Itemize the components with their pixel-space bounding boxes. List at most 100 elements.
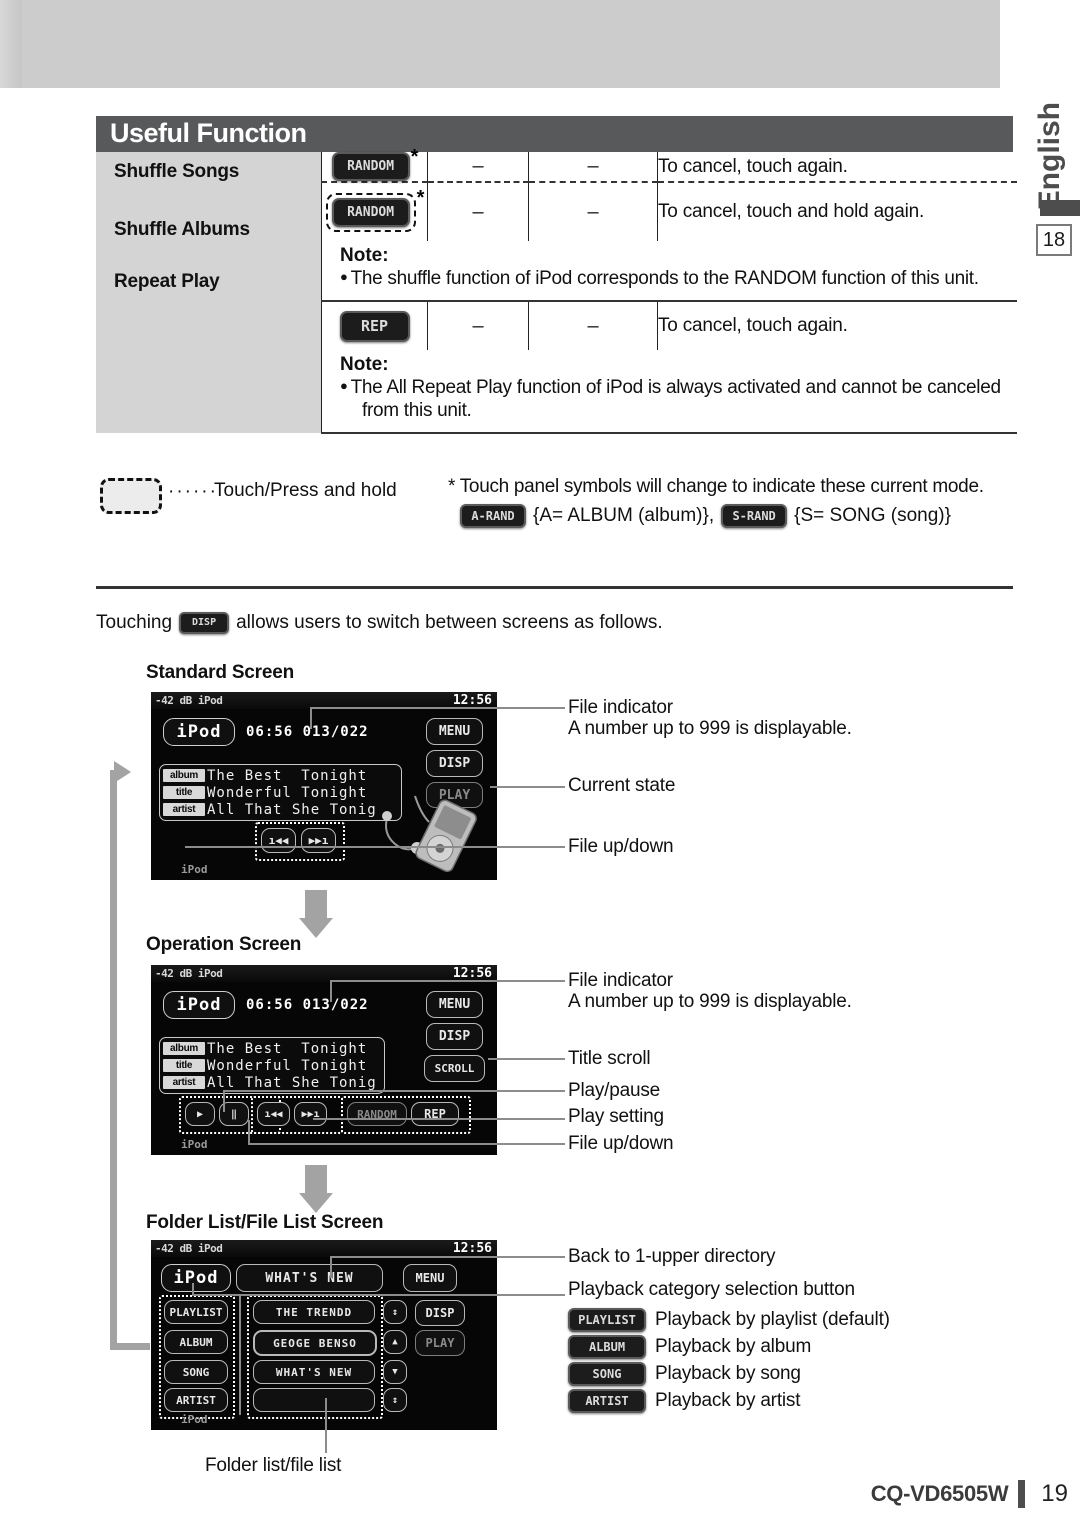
annotation-file-indicator: File indicator — [568, 697, 673, 718]
annotation-play-setting: Play setting — [568, 1106, 664, 1127]
row-label: Shuffle Songs — [114, 160, 240, 182]
category-album-button[interactable]: ALBUM — [164, 1330, 228, 1354]
row-label: Shuffle Albums — [114, 218, 250, 240]
section-divider — [96, 586, 1013, 589]
artist-button[interactable]: ARTIST — [568, 1388, 646, 1413]
play-button[interactable]: ▶ — [185, 1102, 215, 1126]
flow-loop-arrowhead — [114, 761, 131, 783]
folder-screen-title: Folder List/File List Screen — [146, 1212, 384, 1233]
footer-page-number: 19 — [1041, 1480, 1068, 1507]
time-and-file-indicator: 06:56 013/022 — [246, 724, 369, 740]
a-rand-text: {A= ALBUM (album)}, — [533, 505, 715, 526]
description-cell: To cancel, touch again. — [657, 300, 1017, 350]
operation-screen-title: Operation Screen — [146, 934, 302, 955]
category-playlist-button[interactable]: PLAYLIST — [164, 1300, 228, 1324]
callout-line — [313, 1118, 565, 1120]
source-pill-ipod[interactable]: iPod — [163, 718, 235, 746]
file-item-button[interactable]: THE TRENDD — [253, 1300, 375, 1324]
lcd-volume-source-status: -42 dB iPod — [155, 967, 223, 980]
lcd-bottom-label: iPod — [181, 1413, 208, 1426]
s-rand-button[interactable]: S-RAND — [721, 504, 788, 528]
disp-button[interactable]: DISP — [426, 750, 483, 777]
playlist-label: Playback by playlist (default) — [655, 1308, 890, 1330]
prev-track-button[interactable]: ı◀◀ — [261, 828, 296, 853]
list-item: ALBUM Playback by album — [568, 1333, 890, 1360]
album-button[interactable]: ALBUM — [568, 1334, 646, 1359]
file-item-button[interactable] — [253, 1388, 375, 1412]
section-heading-bar: Useful Function — [96, 116, 1013, 152]
operation-screen-lcd: -42 dB iPod 12:56 iPod 06:56 013/022 MEN… — [151, 965, 497, 1155]
random-button[interactable]: RANDOM — [331, 197, 410, 227]
annotation-file-updown: File up/down — [568, 836, 674, 857]
column-divider — [239, 1295, 241, 1415]
random-button[interactable]: RANDOM — [331, 152, 410, 181]
scroll-down-button[interactable]: ▼ — [383, 1360, 407, 1384]
time-and-file-indicator: 06:56 013/022 — [246, 997, 369, 1013]
footer-model: CQ-VD6505W — [870, 1481, 1009, 1506]
callout-line — [330, 1256, 332, 1278]
annotation-file-indicator-detail: A number up to 999 is displayable. — [568, 991, 852, 1012]
artist-value: All That She Tonig — [207, 801, 377, 818]
lcd-bottom-label: iPod — [181, 1138, 208, 1151]
song-label: Playback by song — [655, 1362, 801, 1384]
source-pill-ipod[interactable]: iPod — [163, 991, 235, 1019]
callout-line — [330, 980, 332, 1002]
play-state-button[interactable]: PLAY — [415, 1330, 465, 1356]
prev-track-button[interactable]: ı◀◀ — [257, 1102, 290, 1126]
note-heading: Note: — [340, 245, 389, 266]
rep-button[interactable]: REP — [411, 1102, 459, 1126]
category-legend-list: PLAYLIST Playback by playlist (default) … — [568, 1306, 890, 1414]
touch-hold-key-icon — [100, 478, 162, 514]
callout-line — [248, 1120, 250, 1144]
section-heading-label: Useful Function — [110, 118, 307, 148]
menu-button[interactable]: MENU — [426, 991, 483, 1018]
disp-button[interactable]: DISP — [426, 1023, 483, 1050]
album-label: Playback by album — [655, 1335, 812, 1357]
file-item-button-selected[interactable]: GEOGE BENSO — [253, 1330, 377, 1356]
callout-line — [330, 980, 565, 982]
disp-button[interactable]: DISP — [415, 1300, 465, 1326]
song-button[interactable]: SONG — [568, 1361, 646, 1386]
info-row: album The Best Tonight — [163, 767, 398, 784]
row-label-cell: Repeat Play — [96, 271, 322, 433]
note-text: ● The All Repeat Play function of iPod is… — [340, 377, 1001, 398]
footnote-star: * — [410, 146, 419, 168]
title-tag: title — [163, 786, 205, 799]
file-item-button[interactable]: WHAT'S NEW — [253, 1360, 375, 1384]
a-rand-button[interactable]: A-RAND — [460, 504, 526, 528]
standard-screen-title: Standard Screen — [146, 662, 294, 683]
next-track-button[interactable]: ▶▶ı — [294, 1102, 327, 1126]
random-button[interactable]: RANDOM — [347, 1102, 407, 1126]
dash-cell: – — [427, 300, 529, 350]
menu-button[interactable]: MENU — [403, 1264, 457, 1292]
dash-cell: – — [528, 152, 658, 182]
flow-arrow-down — [299, 890, 333, 938]
flow-loop-vertical — [110, 770, 117, 1350]
rep-button[interactable]: REP — [339, 310, 410, 342]
category-song-button[interactable]: SONG — [164, 1360, 228, 1384]
button-cell: RANDOM* — [321, 146, 428, 182]
title-tag: title — [163, 1059, 205, 1072]
scroll-button[interactable]: SCROLL — [424, 1055, 485, 1082]
annotation-title-scroll: Title scroll — [568, 1048, 651, 1069]
annotation-current-state: Current state — [568, 775, 676, 796]
disp-button[interactable]: DISP — [179, 612, 230, 634]
track-info-box: album The Best Tonight title Wonderful T… — [159, 1037, 385, 1094]
next-track-button[interactable]: ▶▶ı — [301, 828, 336, 853]
scroll-both-icon-button[interactable]: ↕ — [383, 1388, 407, 1412]
callout-line — [325, 1398, 327, 1453]
source-pill-ipod[interactable]: iPod — [161, 1264, 231, 1292]
lcd-clock: 12:56 — [452, 693, 492, 708]
language-tab: English — [1030, 96, 1070, 216]
category-artist-button[interactable]: ARTIST — [164, 1388, 228, 1412]
scroll-both-icon-button[interactable]: ↕ — [383, 1300, 407, 1324]
album-value: The Best Tonight — [207, 1040, 368, 1057]
scroll-up-button[interactable]: ▲ — [383, 1330, 407, 1354]
folder-list-caption: Folder list/file list — [205, 1455, 342, 1476]
playlist-button[interactable]: PLAYLIST — [568, 1307, 646, 1332]
callout-line — [185, 846, 565, 848]
touch-and-hold-wrapper: RANDOM — [325, 192, 416, 232]
menu-button[interactable]: MENU — [426, 718, 483, 745]
touching-disp-line: Touching DISP allows users to switch bet… — [96, 612, 663, 634]
upper-directory-button[interactable]: WHAT'S NEW — [236, 1264, 383, 1292]
